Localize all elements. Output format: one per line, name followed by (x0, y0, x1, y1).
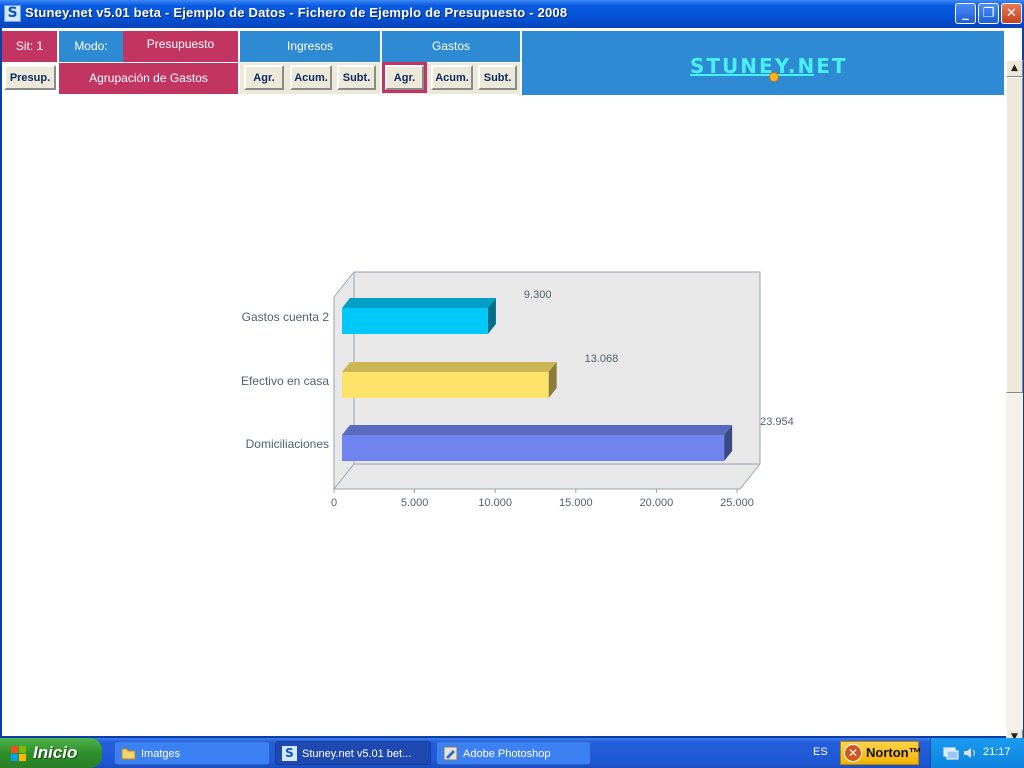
scroll-up-button[interactable]: ▲ (1006, 60, 1023, 77)
expenses-bar-chart: 9.300 Gastos cuenta 2 13.068 Efectivo en ca… (241, 271, 794, 509)
norton-icon: ✕ (844, 744, 862, 762)
window-title: Stuney.net v5.01 beta - Ejemplo de Datos… (25, 5, 568, 20)
bar (342, 435, 725, 461)
system-tray: 21:17 (930, 738, 1024, 768)
minimize-button[interactable]: _ (955, 3, 976, 24)
start-label: Inicio (33, 743, 78, 762)
network-icon[interactable] (943, 745, 959, 761)
clock: 21:17 (983, 746, 1011, 758)
client-area: Sit: 1 Modo: Presupuesto Ingresos Gastos… (2, 28, 1023, 763)
x-tick-label: 15.000 (559, 497, 593, 509)
task-label: Stuney.net v5.01 bet... (302, 748, 412, 760)
x-tick-label: 5.000 (401, 497, 429, 509)
task-label: Adobe Photoshop (463, 748, 551, 760)
bar-top (342, 362, 557, 372)
stuney-icon: S (282, 746, 297, 761)
app-window: S Stuney.net v5.01 beta - Ejemplo de Dat… (0, 0, 1024, 763)
bar-value-label: 9.300 (524, 289, 552, 301)
bar (342, 372, 549, 398)
x-tick-label: 0 (331, 497, 337, 509)
x-tick-label: 10.000 (478, 497, 512, 509)
windows-flag-icon (11, 746, 26, 761)
bar-top (342, 425, 733, 435)
task-label: Imatges (141, 748, 181, 760)
bar (342, 308, 488, 334)
bar-value-label: 13.068 (585, 353, 619, 365)
bar-top (342, 298, 496, 308)
close-button[interactable]: ✕ (1001, 3, 1022, 24)
taskbar: Inicio Imatges S Stuney.net v5.01 bet...… (0, 738, 1024, 768)
task-stuney[interactable]: S Stuney.net v5.01 bet... (275, 741, 431, 765)
category-label: Efectivo en casa (241, 374, 329, 388)
x-tick-label: 25.000 (720, 497, 754, 509)
maximize-button[interactable]: ❐ (978, 3, 999, 24)
app-icon[interactable]: S (4, 5, 21, 22)
language-indicator[interactable]: ES (813, 746, 828, 758)
bar-value-label: 23.954 (760, 416, 794, 428)
category-label: Gastos cuenta 2 (242, 310, 330, 324)
folder-icon (121, 748, 136, 760)
vertical-scrollbar[interactable]: ▲ ▼ (1006, 60, 1023, 746)
category-label: Domiciliaciones (246, 437, 329, 451)
x-tick-label: 20.000 (640, 497, 674, 509)
norton-label: Norton™ (866, 745, 922, 760)
vertical-scroll-thumb[interactable] (1006, 77, 1023, 393)
photoshop-icon (443, 746, 458, 761)
title-bar[interactable]: S Stuney.net v5.01 beta - Ejemplo de Dat… (0, 0, 1024, 28)
task-photoshop[interactable]: Adobe Photoshop (436, 741, 591, 765)
norton-button[interactable]: ✕ Norton™ (840, 741, 922, 765)
speaker-icon[interactable] (962, 745, 978, 761)
start-button[interactable]: Inicio (0, 738, 102, 768)
task-imatges[interactable]: Imatges (114, 741, 270, 765)
